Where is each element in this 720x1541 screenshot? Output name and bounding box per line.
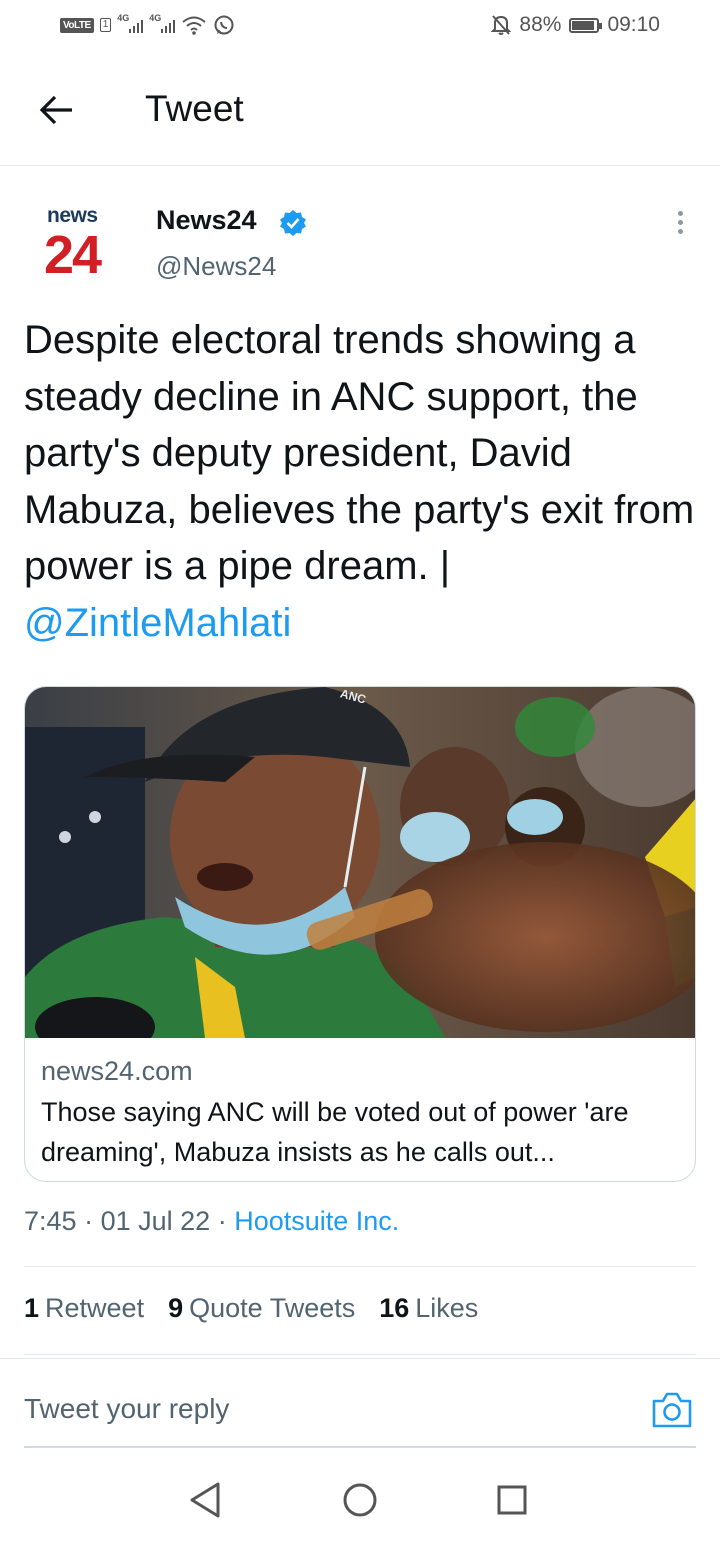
stat-label: Quote Tweets	[189, 1293, 356, 1323]
status-right: 88% 09:10	[491, 13, 660, 37]
tweet-time: 7:45	[24, 1206, 77, 1236]
tweet-text: Despite electoral trends showing a stead…	[24, 312, 700, 651]
status-bar: VoLTE 1 4G 4G 88% 09:10	[0, 0, 720, 56]
clock: 09:10	[607, 13, 660, 36]
divider	[24, 1266, 696, 1267]
network-label: 4G	[149, 13, 162, 23]
article-image: ANC	[25, 687, 695, 1038]
tweet-stats: 1 Retweet 9 Quote Tweets 16 Likes	[24, 1293, 478, 1324]
mute-icon	[491, 15, 512, 35]
tweet-source-link[interactable]: Hootsuite Inc.	[234, 1206, 399, 1236]
wifi-icon	[182, 16, 206, 35]
card-domain: news24.com	[41, 1056, 193, 1086]
system-home-icon[interactable]	[340, 1480, 380, 1520]
reply-bar: Tweet your reply	[0, 1358, 720, 1449]
stat-count: 1	[24, 1293, 40, 1323]
verified-badge-icon	[280, 210, 306, 236]
status-left: VoLTE 1 4G 4G	[60, 13, 235, 36]
page-title: Tweet	[145, 88, 244, 129]
top-nav: Tweet	[0, 56, 720, 166]
back-arrow-icon[interactable]	[36, 90, 76, 130]
divider	[24, 1354, 696, 1355]
meta-separator: ·	[84, 1206, 94, 1236]
tweet-body: Despite electoral trends showing a stead…	[24, 318, 695, 588]
card-title: Those saying ANC will be voted out of po…	[41, 1097, 629, 1167]
whatsapp-icon	[214, 15, 234, 35]
camera-icon[interactable]	[650, 1389, 694, 1431]
tweet-date: 01 Jul 22	[100, 1206, 211, 1236]
signal-icon: 4G	[117, 13, 144, 33]
quote-tweets-stat[interactable]: 9 Quote Tweets	[168, 1293, 355, 1324]
reply-underline	[24, 1446, 696, 1448]
link-card[interactable]: ANC news24.com Those saying ANC will be …	[24, 686, 696, 1182]
signal-icon: 4G	[149, 13, 176, 33]
reply-input[interactable]: Tweet your reply	[24, 1393, 229, 1425]
stat-label: Retweet	[45, 1293, 145, 1323]
more-options-icon[interactable]	[668, 207, 692, 237]
stat-count: 16	[379, 1293, 410, 1323]
stat-count: 9	[168, 1293, 184, 1323]
stat-label: Likes	[415, 1293, 479, 1323]
system-recents-icon[interactable]	[494, 1482, 530, 1518]
retweets-stat[interactable]: 1 Retweet	[24, 1293, 144, 1324]
tweet-meta: 7:45 · 01 Jul 22 · Hootsuite Inc.	[24, 1206, 399, 1237]
battery-fill	[572, 20, 594, 30]
meta-separator: ·	[217, 1206, 227, 1236]
battery-icon	[569, 17, 603, 33]
system-back-icon[interactable]	[186, 1480, 226, 1520]
system-nav-bar	[0, 1460, 720, 1541]
network-label: 4G	[117, 13, 130, 23]
author-handle[interactable]: @News24	[156, 251, 276, 282]
author-name[interactable]: News24	[156, 205, 257, 236]
likes-stat[interactable]: 16 Likes	[379, 1293, 478, 1324]
mention-link[interactable]: @ZintleMahlati	[24, 601, 291, 645]
sim-badge: 1	[99, 18, 112, 32]
avatar[interactable]: news 24	[40, 200, 118, 285]
avatar-text-24: 24	[44, 225, 102, 285]
battery-percentage: 88%	[519, 13, 562, 36]
volte-badge: VoLTE	[60, 17, 94, 33]
